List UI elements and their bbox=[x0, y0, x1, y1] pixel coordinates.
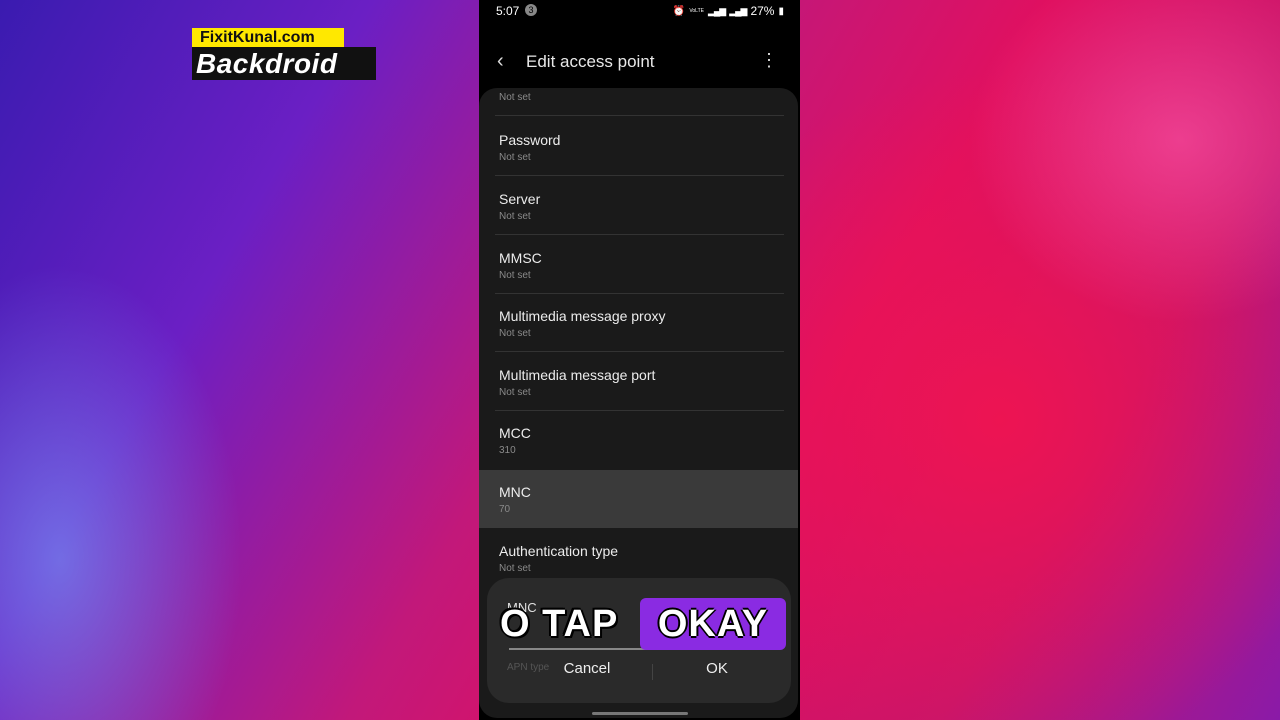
signal-icon: ▂▄▆ bbox=[729, 5, 747, 16]
status-bar: 5:07 3 ⏰ VoLTE ▂▄▆ ▂▄▆ 27% ▮ bbox=[479, 0, 800, 22]
item-label: Multimedia message proxy bbox=[499, 308, 666, 324]
item-label: Authentication type bbox=[499, 543, 619, 559]
logo-name-text: Backdroid bbox=[192, 47, 376, 80]
channel-logo: FixitKunal.com Backdroid bbox=[192, 28, 376, 80]
back-arrow-icon[interactable]: ‹ bbox=[497, 50, 504, 73]
status-icons: ⏰ VoLTE ▂▄▆ ▂▄▆ 27% ▮ bbox=[673, 4, 784, 18]
button-divider bbox=[652, 664, 653, 680]
item-value: Not set bbox=[499, 211, 531, 222]
item-value: Not set bbox=[499, 387, 531, 398]
list-item-mms-port[interactable]: Multimedia message port Not set bbox=[479, 353, 798, 411]
home-indicator[interactable] bbox=[592, 712, 688, 715]
item-value: Not set bbox=[499, 270, 531, 281]
list-item-mnc[interactable]: MNC 70 bbox=[479, 470, 798, 528]
item-label: Multimedia message port bbox=[499, 367, 656, 383]
list-item-server[interactable]: Server Not set bbox=[479, 177, 798, 235]
item-label: Server bbox=[499, 191, 541, 207]
network-type-label: VoLTE bbox=[689, 7, 704, 14]
app-bar: ‹ Edit access point ⋮ bbox=[479, 36, 800, 86]
item-value: Not set bbox=[499, 563, 531, 574]
cancel-button[interactable]: Cancel bbox=[527, 660, 647, 677]
item-label: MMSC bbox=[499, 250, 542, 266]
caption-text: O TAP bbox=[500, 603, 619, 645]
item-value: Not set bbox=[499, 92, 531, 103]
alarm-icon: ⏰ bbox=[672, 5, 686, 17]
item-label: MNC bbox=[499, 484, 531, 500]
item-value: Not set bbox=[499, 328, 531, 339]
item-label: MCC bbox=[499, 425, 531, 441]
page-title: Edit access point bbox=[526, 52, 655, 71]
battery-icon: ▮ bbox=[778, 5, 784, 17]
item-label: Password bbox=[499, 132, 561, 148]
notification-count-badge: 3 bbox=[525, 4, 537, 16]
divider bbox=[495, 175, 784, 176]
status-time: 5:07 bbox=[496, 4, 520, 18]
more-options-icon[interactable]: ⋮ bbox=[760, 50, 778, 71]
list-item-mms-proxy[interactable]: Multimedia message proxy Not set bbox=[479, 294, 798, 352]
ok-button[interactable]: OK bbox=[657, 660, 777, 677]
item-value: 70 bbox=[499, 504, 511, 515]
list-item[interactable]: Not set bbox=[479, 88, 798, 116]
divider bbox=[495, 115, 784, 116]
list-item-mmsc[interactable]: MMSC Not set bbox=[479, 236, 798, 294]
signal-icon: ▂▄▆ bbox=[707, 5, 726, 16]
battery-percent: 27% bbox=[750, 4, 775, 18]
divider bbox=[495, 351, 784, 352]
list-item-mcc[interactable]: MCC 310 bbox=[479, 411, 798, 469]
list-item-password[interactable]: Password Not set bbox=[479, 118, 798, 176]
item-value: 310 bbox=[499, 445, 516, 456]
divider bbox=[495, 234, 784, 235]
logo-site-text: FixitKunal.com bbox=[192, 28, 344, 47]
caption-highlight: OKAY bbox=[640, 598, 786, 650]
item-value: Not set bbox=[499, 152, 531, 163]
